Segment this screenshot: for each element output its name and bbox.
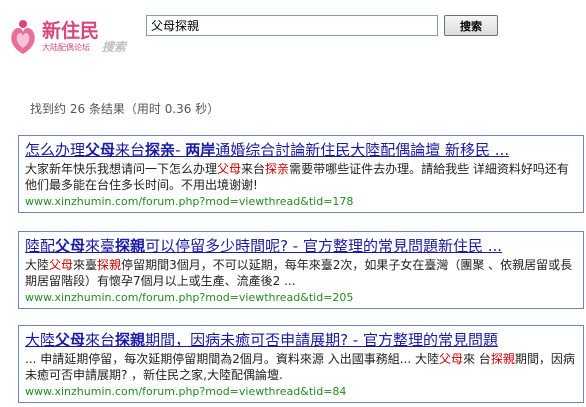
search-input[interactable]	[146, 15, 438, 36]
highlighted-term: 探親	[97, 258, 122, 272]
site-logo[interactable]: 新住民 大陆配偶论坛 搜索	[6, 14, 136, 64]
highlighted-term: 父母	[217, 162, 242, 176]
highlighted-term: 探親	[115, 331, 146, 349]
highlighted-term: 父母	[49, 258, 74, 272]
text-fragment: 大陸	[25, 258, 50, 272]
result-url: www.xinzhumin.com/forum.php?mod=viewthre…	[25, 195, 354, 208]
text-fragment: 通婚综合討論新住民大陸配偶論壇 新移民 ...	[215, 141, 510, 159]
text-fragment: 來 台	[462, 352, 491, 366]
text-fragment: 可以停留多少時間呢? - 官方整理的常見問題新住民 ...	[145, 237, 503, 255]
highlighted-term: 父母	[55, 237, 86, 255]
result-stats: 找到约 26 条结果（用时 0.36 秒）	[30, 102, 220, 116]
search-result: 大陸父母來台探親期間，因病未癒可否申請展期? - 官方整理的常見問題 ... 申…	[18, 325, 584, 403]
logo-search-word: 搜索	[102, 40, 127, 54]
text-fragment: 來台	[85, 331, 116, 349]
logo-subtitle: 大陆配偶论坛	[42, 43, 90, 52]
text-fragment: 來臺	[85, 237, 116, 255]
text-fragment: 来台	[115, 141, 146, 159]
result-title-link[interactable]: 大陸父母來台探親期間，因病未癒可否申請展期? - 官方整理的常見問題	[25, 330, 577, 350]
search-button[interactable]: 搜索	[444, 15, 498, 36]
text-fragment: ... 申請延期停留，每次延期停留期間為2個月。資料來源 入出國事務組... 大…	[25, 352, 439, 366]
flower-logo-icon	[11, 20, 35, 54]
result-url: www.xinzhumin.com/forum.php?mod=viewthre…	[25, 291, 354, 304]
logo-title: 新住民	[42, 20, 100, 42]
highlighted-term: 父母	[85, 141, 116, 159]
search-result: 怎么办理父母来台探亲- 两岸通婚综合討論新住民大陸配偶論壇 新移民 ... 大家…	[18, 135, 584, 213]
search-result: 陸配父母來臺探親可以停留多少時間呢? - 官方整理的常見問題新住民 ... 大陸…	[18, 231, 584, 309]
text-fragment: 大陸	[25, 331, 56, 349]
result-url: www.xinzhumin.com/forum.php?mod=viewthre…	[25, 385, 347, 398]
text-fragment: 期間，因病未癒可否申請展期? - 官方整理的常見問題	[145, 331, 498, 349]
result-title-link[interactable]: 陸配父母來臺探親可以停留多少時間呢? - 官方整理的常見問題新住民 ...	[25, 236, 577, 256]
result-snippet: ... 申請延期停留，每次延期停留期間為2個月。資料來源 入出國事務組... 大…	[25, 351, 577, 383]
text-fragment: 怎么办理	[25, 141, 86, 159]
result-snippet: 大陸父母來臺探親停留期間3個月，不可以延期，每年來臺2次，如果子女在臺灣（團聚 …	[25, 257, 577, 289]
result-title-link[interactable]: 怎么办理父母来台探亲- 两岸通婚综合討論新住民大陸配偶論壇 新移民 ...	[25, 140, 577, 160]
result-snippet: 大家新年快乐我想请问一下怎么办理父母来台探亲需要带哪些证件去办理。請給我些 详細…	[25, 161, 577, 193]
highlighted-term: 两岸	[185, 141, 216, 159]
text-fragment: 来台	[241, 162, 266, 176]
text-fragment: 大家新年快乐我想请问一下怎么办理	[25, 162, 218, 176]
highlighted-term: 探親	[490, 352, 515, 366]
text-fragment: -	[175, 141, 186, 159]
text-fragment: 陸配	[25, 237, 56, 255]
highlighted-term: 探亲	[145, 141, 176, 159]
text-fragment: 來臺	[73, 258, 98, 272]
highlighted-term: 探親	[115, 237, 146, 255]
highlighted-term: 父母	[55, 331, 86, 349]
highlighted-term: 探亲	[265, 162, 290, 176]
highlighted-term: 父母	[438, 352, 463, 366]
